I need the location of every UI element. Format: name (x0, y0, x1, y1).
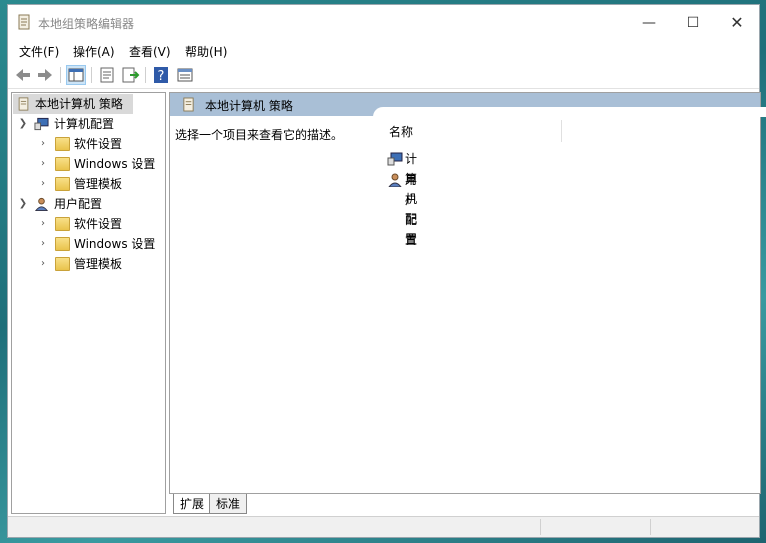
folder-icon (55, 177, 70, 191)
chevron-right-icon[interactable]: › (37, 254, 49, 274)
menu-bar: 文件(F) 操作(A) 查看(V) 帮助(H) (8, 39, 759, 61)
folder-icon (55, 237, 70, 251)
policy-icon (18, 97, 29, 111)
maximize-button[interactable]: ☐ (670, 11, 716, 35)
chevron-right-icon[interactable]: › (37, 134, 49, 154)
chevron-right-icon[interactable]: › (37, 174, 49, 194)
menu-help[interactable]: 帮助(H) (185, 43, 227, 60)
menu-file[interactable]: 文件(F) (19, 43, 59, 60)
computer-icon (34, 117, 49, 131)
tree-item-computer-software[interactable]: › 软件设置 (37, 134, 162, 154)
details-title: 本地计算机 策略 (205, 99, 293, 113)
tree-item-label: 管理模板 (74, 177, 123, 191)
svg-text:?: ? (158, 69, 165, 84)
window-title: 本地组策略编辑器 (38, 17, 135, 31)
folder-icon (55, 217, 70, 231)
tab-standard[interactable]: 标准 (209, 494, 248, 514)
tree-root-label: 本地计算机 策略 (35, 97, 123, 111)
tree-item-computer-templates[interactable]: › 管理模板 (37, 174, 162, 194)
column-header-name[interactable]: 名称 (389, 123, 413, 140)
app-window: 本地组策略编辑器 — ☐ ✕ 文件(F) 操作(A) 查看(V) 帮助(H) ?… (7, 4, 766, 538)
menu-action[interactable]: 操作(A) (73, 43, 115, 60)
view-tabs: 扩展 标准 (169, 494, 761, 516)
menu-view[interactable]: 查看(V) (129, 43, 171, 60)
user-icon (388, 173, 402, 187)
view-icon[interactable] (175, 65, 195, 85)
tree-item-label: Windows 设置 (74, 157, 156, 171)
chevron-down-icon[interactable]: ❯ (17, 194, 29, 214)
console-tree: 本地计算机 策略 ❯ 计算机配置 › 软件设置 › Windows 设置 › 管… (11, 92, 166, 514)
tree-item-label: 软件设置 (74, 217, 123, 231)
tree-item-user-windows[interactable]: › Windows 设置 (37, 234, 162, 254)
tree-item-user[interactable]: ❯ 用户配置 (17, 194, 162, 214)
help-icon[interactable]: ? (151, 65, 171, 85)
toolbar: ? (8, 62, 759, 89)
chevron-down-icon[interactable]: ❯ (17, 114, 29, 134)
tree-item-computer-windows[interactable]: › Windows 设置 (37, 154, 162, 174)
tree-root[interactable]: 本地计算机 策略 (13, 94, 133, 114)
tree-item-label: 计算机配置 (54, 117, 115, 131)
policy-icon (18, 14, 30, 30)
user-icon (34, 197, 49, 211)
folder-icon (55, 157, 70, 171)
tree-item-user-software[interactable]: › 软件设置 (37, 214, 162, 234)
chevron-right-icon[interactable]: › (37, 154, 49, 174)
console-tree-button[interactable] (66, 65, 86, 85)
properties-icon[interactable] (97, 65, 117, 85)
export-icon[interactable] (120, 65, 140, 85)
status-bar (8, 516, 759, 537)
forward-icon[interactable] (35, 65, 55, 85)
chevron-right-icon[interactable]: › (37, 214, 49, 234)
title-bar[interactable]: 本地组策略编辑器 — ☐ ✕ (8, 5, 759, 39)
tree-item-label: Windows 设置 (74, 237, 156, 251)
tree-item-computer[interactable]: ❯ 计算机配置 (17, 114, 162, 134)
tree-item-label: 用户配置 (54, 197, 103, 211)
minimize-button[interactable]: — (626, 11, 672, 35)
policy-icon (183, 97, 194, 112)
tab-extended[interactable]: 扩展 (173, 494, 212, 514)
back-icon[interactable] (13, 65, 33, 85)
tree-item-label: 软件设置 (74, 137, 123, 151)
computer-icon (387, 152, 403, 166)
tree-item-label: 管理模板 (74, 257, 123, 271)
description-text: 选择一个项目来查看它的描述。 (175, 128, 344, 142)
console-tree-icon (68, 68, 84, 82)
chevron-right-icon[interactable]: › (37, 234, 49, 254)
list-item-label: 用户配置 (405, 173, 418, 247)
details-pane: 本地计算机 策略 选择一个项目来查看它的描述。 名称 计算机配置 用户配置 (169, 92, 766, 494)
close-button[interactable]: ✕ (714, 11, 760, 35)
folder-icon (55, 257, 70, 271)
folder-icon (55, 137, 70, 151)
tree-item-user-templates[interactable]: › 管理模板 (37, 254, 162, 274)
